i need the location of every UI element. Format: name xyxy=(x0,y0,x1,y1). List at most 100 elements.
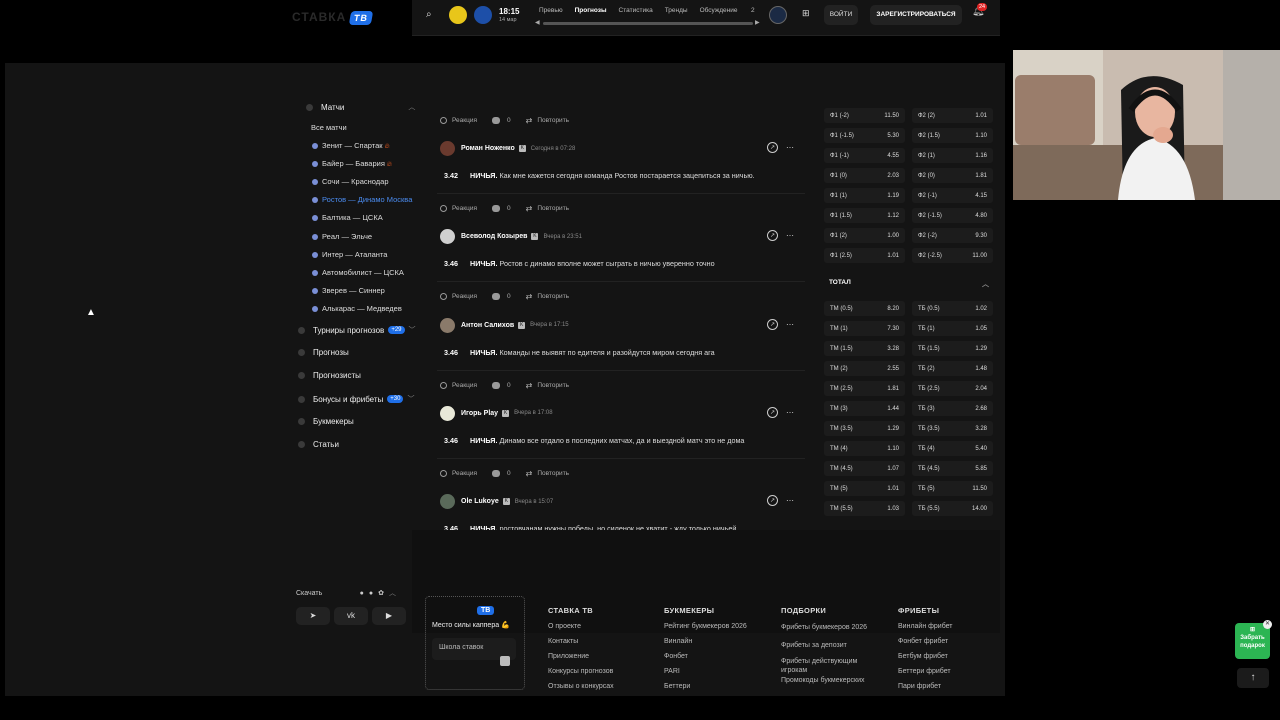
odds-cell[interactable]: ТБ (3.5) 3.28 xyxy=(912,421,993,436)
odds-cell[interactable]: ТМ (1) 7.30 xyxy=(824,321,905,336)
comment-author[interactable]: Всеволод Козырев xyxy=(461,233,527,240)
odds-cell[interactable]: Ф2 (1.5) 1.10 xyxy=(912,128,993,143)
comments-button[interactable]: 0 xyxy=(492,205,511,212)
scroll-left-icon[interactable]: ◀ xyxy=(535,19,540,26)
chevron-up-icon[interactable]: ︿ xyxy=(389,588,396,598)
comment-author[interactable]: Роман Ноженко xyxy=(461,145,515,152)
comments-button[interactable]: 0 xyxy=(492,381,511,389)
gift-icon[interactable]: ⊞ xyxy=(802,8,810,19)
odds-cell[interactable]: ТМ (5.5) 1.03 xyxy=(824,501,905,516)
footer-link[interactable]: Фрибеты букмекеров 2026 xyxy=(781,623,881,632)
avatar[interactable] xyxy=(440,141,455,156)
footer-link[interactable]: Отзывы о конкурсах xyxy=(548,683,614,690)
more-icon[interactable]: ⋯ xyxy=(786,143,794,152)
comment-author[interactable]: Игорь Play xyxy=(461,410,498,417)
more-icon[interactable]: ⋯ xyxy=(786,408,794,417)
scroll-right-icon[interactable]: ▶ xyxy=(755,19,760,26)
footer-link[interactable]: Беттери фрибет xyxy=(898,668,951,675)
sidebar-match-item[interactable]: Реал — Эльче xyxy=(312,232,372,241)
tabs-scrollbar[interactable] xyxy=(543,22,753,25)
footer-link[interactable]: Фрибеты действующим игрокам xyxy=(781,657,881,675)
sidebar-match-item[interactable]: Байер — Бавария 🔥︎ xyxy=(312,159,392,169)
repeat-button[interactable]: ⇄ Повторить xyxy=(526,469,569,478)
share-icon[interactable]: ↗ xyxy=(767,142,778,153)
odds-cell[interactable]: Ф1 (-2) 11.50 xyxy=(824,108,905,123)
odds-cell[interactable]: ТМ (0.5) 8.20 xyxy=(824,301,905,316)
odds-cell[interactable]: Ф1 (0) 2.03 xyxy=(824,168,905,183)
odds-cell[interactable]: Ф2 (-1.5) 4.80 xyxy=(912,208,993,223)
sidebar-section-item[interactable]: Прогнозы xyxy=(298,348,349,357)
footer-link[interactable]: Промокоды букмекерских xyxy=(781,676,881,685)
tab-item[interactable]: Статистика xyxy=(619,7,653,14)
android-icon[interactable]: ● xyxy=(369,590,373,597)
odds-cell[interactable]: Ф2 (1) 1.16 xyxy=(912,148,993,163)
odds-cell[interactable]: ТБ (5.5) 14.00 xyxy=(912,501,993,516)
repeat-button[interactable]: ⇄ Повторить xyxy=(526,204,569,213)
odds-cell[interactable]: Ф2 (-2.5) 11.00 xyxy=(912,248,993,263)
sidebar-section-item[interactable]: Турниры прогнозов +29 ﹀ xyxy=(298,325,416,335)
reaction-button[interactable]: Реакция xyxy=(440,205,477,212)
odds-cell[interactable]: ТМ (2) 2.55 xyxy=(824,361,905,376)
footer-link[interactable]: Приложение xyxy=(548,653,589,660)
odds-cell[interactable]: Ф1 (-1.5) 5.30 xyxy=(824,128,905,143)
reaction-button[interactable]: Реакция xyxy=(440,293,477,301)
sidebar-match-item[interactable]: Балтика — ЦСКА xyxy=(312,213,383,222)
odds-cell[interactable]: ТМ (2.5) 1.81 xyxy=(824,381,905,396)
tab-item[interactable]: Превью xyxy=(539,7,563,14)
footer-link[interactable]: Рейтинг букмекеров 2026 xyxy=(664,623,747,630)
avatar[interactable] xyxy=(440,405,455,421)
reaction-button[interactable]: Реакция xyxy=(440,117,477,124)
footer-link[interactable]: Конкурсы прогнозов xyxy=(548,668,613,675)
odds-cell[interactable]: ТБ (1.5) 1.29 xyxy=(912,341,993,356)
register-button[interactable]: ЗАРЕГИСТРИРОВАТЬСЯ xyxy=(870,5,962,25)
odds-cell[interactable]: ТМ (5) 1.01 xyxy=(824,481,905,496)
scroll-top-button[interactable]: ↑ xyxy=(1237,668,1269,688)
share-icon[interactable]: ↗ xyxy=(767,230,778,242)
close-icon[interactable]: ✕ xyxy=(1263,620,1272,629)
huawei-icon[interactable]: ✿ xyxy=(378,589,384,597)
odds-cell[interactable]: Ф1 (1.5) 1.12 xyxy=(824,208,905,223)
odds-cell[interactable]: ТБ (3) 2.68 xyxy=(912,401,993,416)
sidebar-match-item[interactable]: Интер — Аталанта xyxy=(312,250,387,259)
avatar[interactable] xyxy=(440,229,455,245)
comments-button[interactable]: 0 xyxy=(492,117,511,124)
sidebar-section-item[interactable]: Прогнозисты xyxy=(298,371,361,380)
more-icon[interactable]: ⋯ xyxy=(786,231,794,240)
tab-item[interactable]: Прогнозы xyxy=(575,7,607,14)
sidebar-match-item[interactable]: Сочи — Краснодар xyxy=(312,177,389,186)
share-icon[interactable]: ↗ xyxy=(767,406,778,418)
site-logo[interactable]: СТАВКА ТВ xyxy=(292,10,374,25)
footer-link[interactable]: Контакты xyxy=(548,638,578,645)
total-section-header[interactable]: ТОТАЛ ︿ xyxy=(829,279,989,289)
footer-link[interactable]: Беттери xyxy=(664,683,690,690)
footer-link[interactable]: Фрибеты за депозит xyxy=(781,642,847,649)
search-icon[interactable]: ⌕ xyxy=(426,9,432,20)
tab-item[interactable]: Тренды xyxy=(665,7,688,14)
odds-cell[interactable]: ТБ (5) 11.50 xyxy=(912,481,993,496)
odds-cell[interactable]: ТБ (4.5) 5.85 xyxy=(912,461,993,476)
repeat-button[interactable]: ⇄ Повторить xyxy=(526,381,569,390)
odds-cell[interactable]: Ф2 (-2) 9.30 xyxy=(912,228,993,243)
avatar[interactable] xyxy=(440,317,455,333)
comments-button[interactable]: 0 xyxy=(492,469,511,477)
odds-cell[interactable]: ТМ (4) 1.10 xyxy=(824,441,905,456)
sidebar-section-item[interactable]: Статьи xyxy=(298,440,339,449)
sidebar-matches-header[interactable]: Матчи ︿ xyxy=(306,102,415,112)
login-button[interactable]: ВОЙТИ xyxy=(824,5,858,25)
sidebar-section-item[interactable]: Бонусы и фрибеты +30 ﹀ xyxy=(298,394,414,404)
odds-cell[interactable]: Ф2 (0) 1.81 xyxy=(912,168,993,183)
more-icon[interactable]: ⋯ xyxy=(786,320,794,329)
sidebar-match-item[interactable]: Зенит — Спартак 🔥︎ xyxy=(312,141,390,151)
sidebar-match-item[interactable]: Ростов — Динамо Москва xyxy=(312,195,412,204)
tab-item[interactable]: Обсуждение xyxy=(700,7,738,14)
reaction-button[interactable]: Реакция xyxy=(440,381,477,389)
odds-cell[interactable]: Ф1 (-1) 4.55 xyxy=(824,148,905,163)
comments-button[interactable]: 0 xyxy=(492,293,511,301)
sidebar-section-item[interactable]: Букмекеры xyxy=(298,417,354,426)
odds-cell[interactable]: ТБ (4) 5.40 xyxy=(912,441,993,456)
sidebar-match-item[interactable]: Автомобилист — ЦСКА xyxy=(312,268,404,277)
telegram-icon[interactable]: ➤ xyxy=(296,607,330,625)
footer-link[interactable]: Винлайн фрибет xyxy=(898,623,953,630)
share-icon[interactable]: ↗ xyxy=(767,495,778,507)
repeat-button[interactable]: ⇄ Повторить xyxy=(526,116,569,125)
